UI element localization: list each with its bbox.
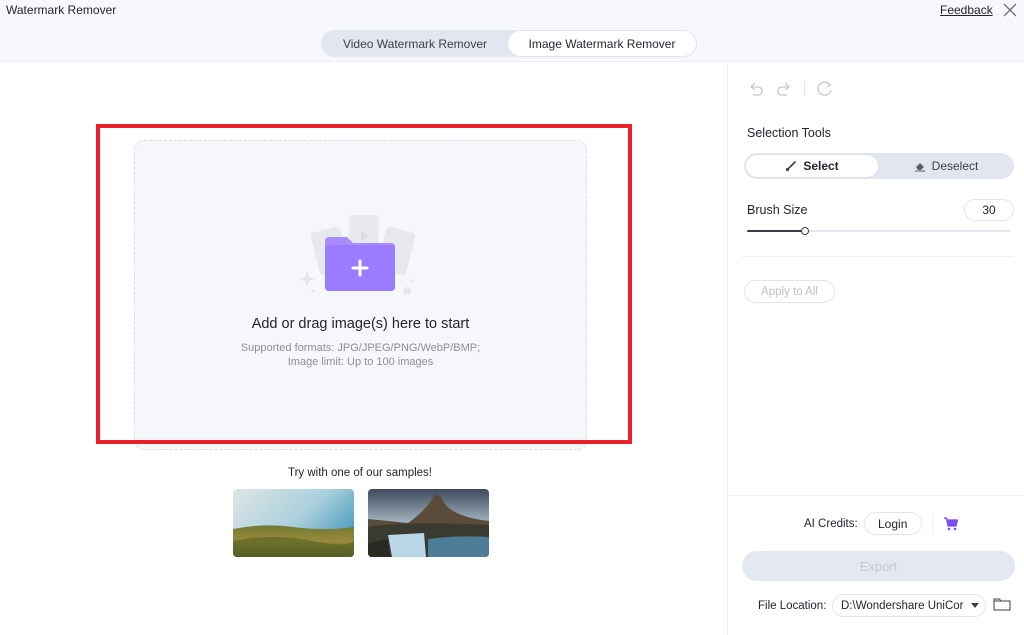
ai-credits-label: AI Credits: [804, 517, 858, 530]
brush-size-input[interactable]: 30 [964, 199, 1014, 221]
sample-image-grassland[interactable] [233, 489, 354, 557]
mode-toggle: Video Watermark Remover Image Watermark … [321, 30, 697, 57]
eraser-icon [914, 163, 925, 172]
brush-size-slider[interactable] [747, 226, 1011, 236]
divider [728, 495, 1024, 496]
chevron-down-icon [965, 602, 985, 609]
cart-icon[interactable] [943, 516, 959, 532]
app-title: Watermark Remover [6, 3, 117, 17]
select-button[interactable]: Select [745, 154, 879, 178]
feedback-link[interactable]: Feedback [940, 3, 993, 17]
login-button[interactable]: Login [863, 512, 922, 535]
title-bar: Watermark Remover Feedback Video Waterma… [0, 0, 1024, 62]
divider [741, 256, 1013, 257]
slider-thumb[interactable] [801, 227, 810, 235]
slider-fill [747, 230, 806, 232]
select-label: Select [803, 159, 839, 173]
file-location-select[interactable]: D:\Wondershare UniCor [832, 594, 986, 617]
ai-credits-row: AI Credits: Login [804, 512, 959, 535]
apply-to-all-button[interactable]: Apply to All [744, 280, 835, 303]
undo-icon[interactable] [746, 79, 766, 99]
tab-video-watermark-remover[interactable]: Video Watermark Remover [322, 31, 508, 56]
close-icon [1003, 3, 1017, 17]
main-area: Add or drag image(s) here to start Suppo… [0, 63, 727, 635]
file-location-value: D:\Wondershare UniCor [841, 599, 964, 612]
selection-tools-toggle: Select Deselect [744, 153, 1014, 179]
history-separator [804, 81, 805, 97]
history-toolbar [746, 79, 835, 99]
highlight-frame [96, 124, 632, 444]
brush-icon [786, 161, 797, 172]
folder-icon[interactable] [993, 596, 1011, 612]
file-location-label: File Location: [758, 600, 827, 612]
close-button[interactable] [1001, 1, 1019, 19]
tab-image-watermark-remover[interactable]: Image Watermark Remover [508, 31, 696, 56]
sample-image-mountain-waterfall[interactable] [368, 489, 489, 557]
samples-label: Try with one of our samples! [287, 467, 433, 479]
selection-tools-label: Selection Tools [747, 126, 831, 140]
brush-size-label: Brush Size [747, 203, 808, 217]
credits-separator [931, 513, 933, 534]
deselect-label: Deselect [931, 159, 979, 173]
settings-panel: Selection Tools Select Deselect Brush Si… [727, 63, 1024, 635]
reset-icon[interactable] [815, 79, 835, 99]
redo-icon[interactable] [774, 79, 794, 99]
export-button[interactable]: Export [742, 551, 1015, 581]
deselect-button[interactable]: Deselect [879, 154, 1013, 178]
